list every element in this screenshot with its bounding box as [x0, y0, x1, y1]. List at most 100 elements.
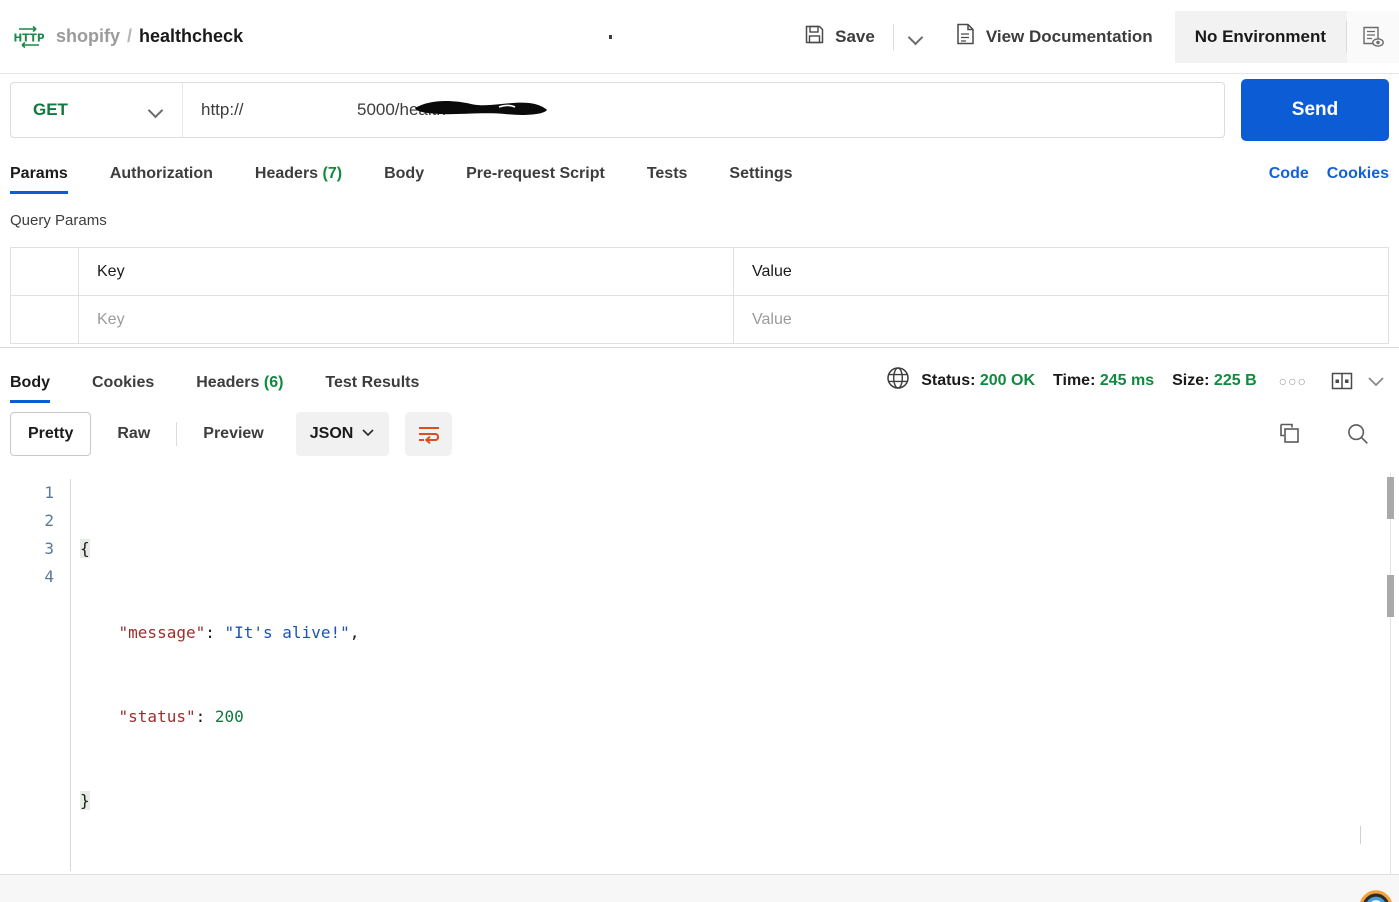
- time-value: 245 ms: [1099, 371, 1155, 389]
- word-wrap-icon[interactable]: [405, 412, 453, 456]
- json-key-status: "status": [118, 707, 196, 726]
- top-header-bar: HTTP shopify / healthcheck Save View Doc…: [0, 0, 1399, 74]
- search-icon[interactable]: [1345, 421, 1371, 447]
- response-body-viewer[interactable]: 1 2 3 4 { "message": "It's alive!", "sta…: [0, 465, 1399, 874]
- json-value-status: 200: [214, 707, 244, 726]
- tab-tests-label: Tests: [646, 165, 688, 182]
- response-body-toolbar: Pretty Raw Preview JSON: [0, 403, 1399, 465]
- status-label: Status:: [921, 371, 976, 389]
- column-header-value: Value: [733, 247, 1389, 296]
- url-redacted-host: 00.000.00.000:: [244, 100, 357, 119]
- time-badge[interactable]: Time: 245 ms: [1053, 372, 1154, 390]
- response-tab-headers-label: Headers: [196, 374, 260, 391]
- environment-selector[interactable]: No Environment: [1174, 10, 1399, 63]
- request-tab-links: Code Cookies: [1269, 165, 1389, 194]
- response-tab-cookies[interactable]: Cookies: [92, 374, 154, 403]
- format-label: JSON: [309, 425, 354, 442]
- code-scrollbar-thumb-secondary[interactable]: [1387, 575, 1394, 617]
- save-button[interactable]: Save: [804, 24, 879, 50]
- size-value: 225 B: [1213, 371, 1257, 389]
- breadcrumb-separator: /: [127, 26, 133, 46]
- tab-body[interactable]: Body: [384, 165, 424, 194]
- floppy-disk-icon: [804, 24, 825, 50]
- response-tab-headers-count: (6): [263, 374, 284, 391]
- globe-icon: [886, 366, 910, 395]
- response-tab-test-results-label: Test Results: [325, 374, 420, 391]
- code-link[interactable]: Code: [1269, 165, 1309, 183]
- status-bar: [0, 874, 1399, 902]
- select-all-checkbox-cell[interactable]: [10, 247, 79, 296]
- viewer-bottom-divider: [1360, 826, 1361, 844]
- param-key-input[interactable]: Key: [78, 295, 734, 344]
- response-tab-body-label: Body: [10, 374, 50, 391]
- json-close-brace: }: [80, 791, 90, 810]
- line-number-gutter: 1 2 3 4: [0, 479, 68, 871]
- preview-button[interactable]: Preview: [203, 425, 263, 443]
- time-label: Time:: [1053, 371, 1096, 389]
- response-tab-bar: Body Cookies Headers (6) Test Results St…: [0, 347, 1399, 403]
- response-tab-test-results[interactable]: Test Results: [325, 374, 419, 403]
- row-checkbox-cell[interactable]: [10, 295, 79, 344]
- size-label: Size:: [1172, 371, 1210, 389]
- code-fold-column[interactable]: [68, 479, 80, 871]
- breadcrumb-request-name[interactable]: healthcheck: [139, 26, 243, 47]
- tab-authorization[interactable]: Authorization: [110, 165, 213, 194]
- tab-settings[interactable]: Settings: [729, 165, 792, 194]
- environment-quicklook-icon[interactable]: [1347, 10, 1399, 63]
- size-badge[interactable]: Size: 225 B: [1172, 372, 1257, 390]
- tab-tests[interactable]: Tests: [647, 165, 688, 194]
- breadcrumb-collection[interactable]: shopify: [56, 26, 120, 47]
- toolbar-divider: [176, 422, 178, 446]
- send-button[interactable]: Send: [1241, 79, 1389, 141]
- query-params-section: Query Params Key Value Key Value: [0, 194, 1399, 344]
- line-number: 3: [44, 539, 54, 558]
- tab-headers-count: (7): [322, 165, 343, 182]
- method-chevron-down-icon: [148, 102, 164, 118]
- copy-icon[interactable]: [1277, 421, 1303, 447]
- response-meta: Status: 200 OK Time: 245 ms Size: 225 B …: [886, 366, 1389, 403]
- tab-pre-request-script-label: Pre-request Script: [466, 165, 605, 182]
- pretty-button[interactable]: Pretty: [10, 412, 92, 456]
- ellipsis-icon[interactable]: ○○○: [1279, 373, 1307, 389]
- collapse-chevron-down-icon[interactable]: [1363, 368, 1389, 394]
- param-value-input[interactable]: Value: [733, 295, 1389, 344]
- cookies-link[interactable]: Cookies: [1327, 165, 1389, 183]
- request-tab-bar: Params Authorization Headers (7) Body Pr…: [0, 146, 1399, 194]
- rainbow-arc-icon[interactable]: [1358, 885, 1394, 902]
- raw-button[interactable]: Raw: [117, 425, 150, 443]
- url-text: http://00.000.00.000:5000/health: [201, 100, 446, 120]
- save-options-chevron-down-icon[interactable]: [908, 29, 924, 45]
- http-method-label: GET: [33, 100, 68, 119]
- url-suffix: 5000/health: [356, 100, 446, 119]
- tab-params[interactable]: Params: [10, 165, 68, 194]
- split-pane-icon[interactable]: [1329, 368, 1355, 394]
- code-scrollbar-thumb[interactable]: [1387, 477, 1394, 519]
- url-input[interactable]: http://00.000.00.000:5000/health: [182, 82, 1225, 138]
- table-row: Key Value: [10, 295, 1389, 344]
- postman-app-window: HTTP shopify / healthcheck Save View Doc…: [0, 0, 1399, 902]
- status-badge[interactable]: Status: 200 OK: [921, 372, 1035, 390]
- tab-headers-label: Headers: [254, 165, 319, 182]
- line-number: 4: [44, 567, 54, 586]
- tab-params-label: Params: [10, 165, 68, 182]
- json-code-block: 1 2 3 4 { "message": "It's alive!", "sta…: [0, 479, 1399, 871]
- line-number: 2: [44, 511, 54, 530]
- response-tab-headers[interactable]: Headers (6): [196, 374, 283, 403]
- http-method-selector[interactable]: GET: [10, 82, 182, 138]
- header-divider-1: [892, 23, 894, 50]
- line-number: 1: [44, 483, 54, 502]
- cursor-artifact: [609, 35, 612, 39]
- status-value: 200 OK: [979, 371, 1036, 389]
- format-selector[interactable]: JSON: [295, 412, 390, 456]
- response-tab-body[interactable]: Body: [10, 374, 50, 403]
- json-key-message: "message": [118, 623, 206, 642]
- code-line: }: [80, 787, 1399, 815]
- query-params-table: Key Value Key Value: [10, 247, 1389, 344]
- tab-authorization-label: Authorization: [109, 165, 213, 182]
- body-toolbar-actions: [1269, 421, 1389, 447]
- tab-pre-request-script[interactable]: Pre-request Script: [466, 165, 605, 194]
- tab-headers[interactable]: Headers (7): [255, 165, 342, 194]
- code-line: {: [80, 535, 1399, 563]
- code-scrollbar-track[interactable]: [1390, 473, 1391, 874]
- view-documentation-button[interactable]: View Documentation: [956, 23, 1153, 50]
